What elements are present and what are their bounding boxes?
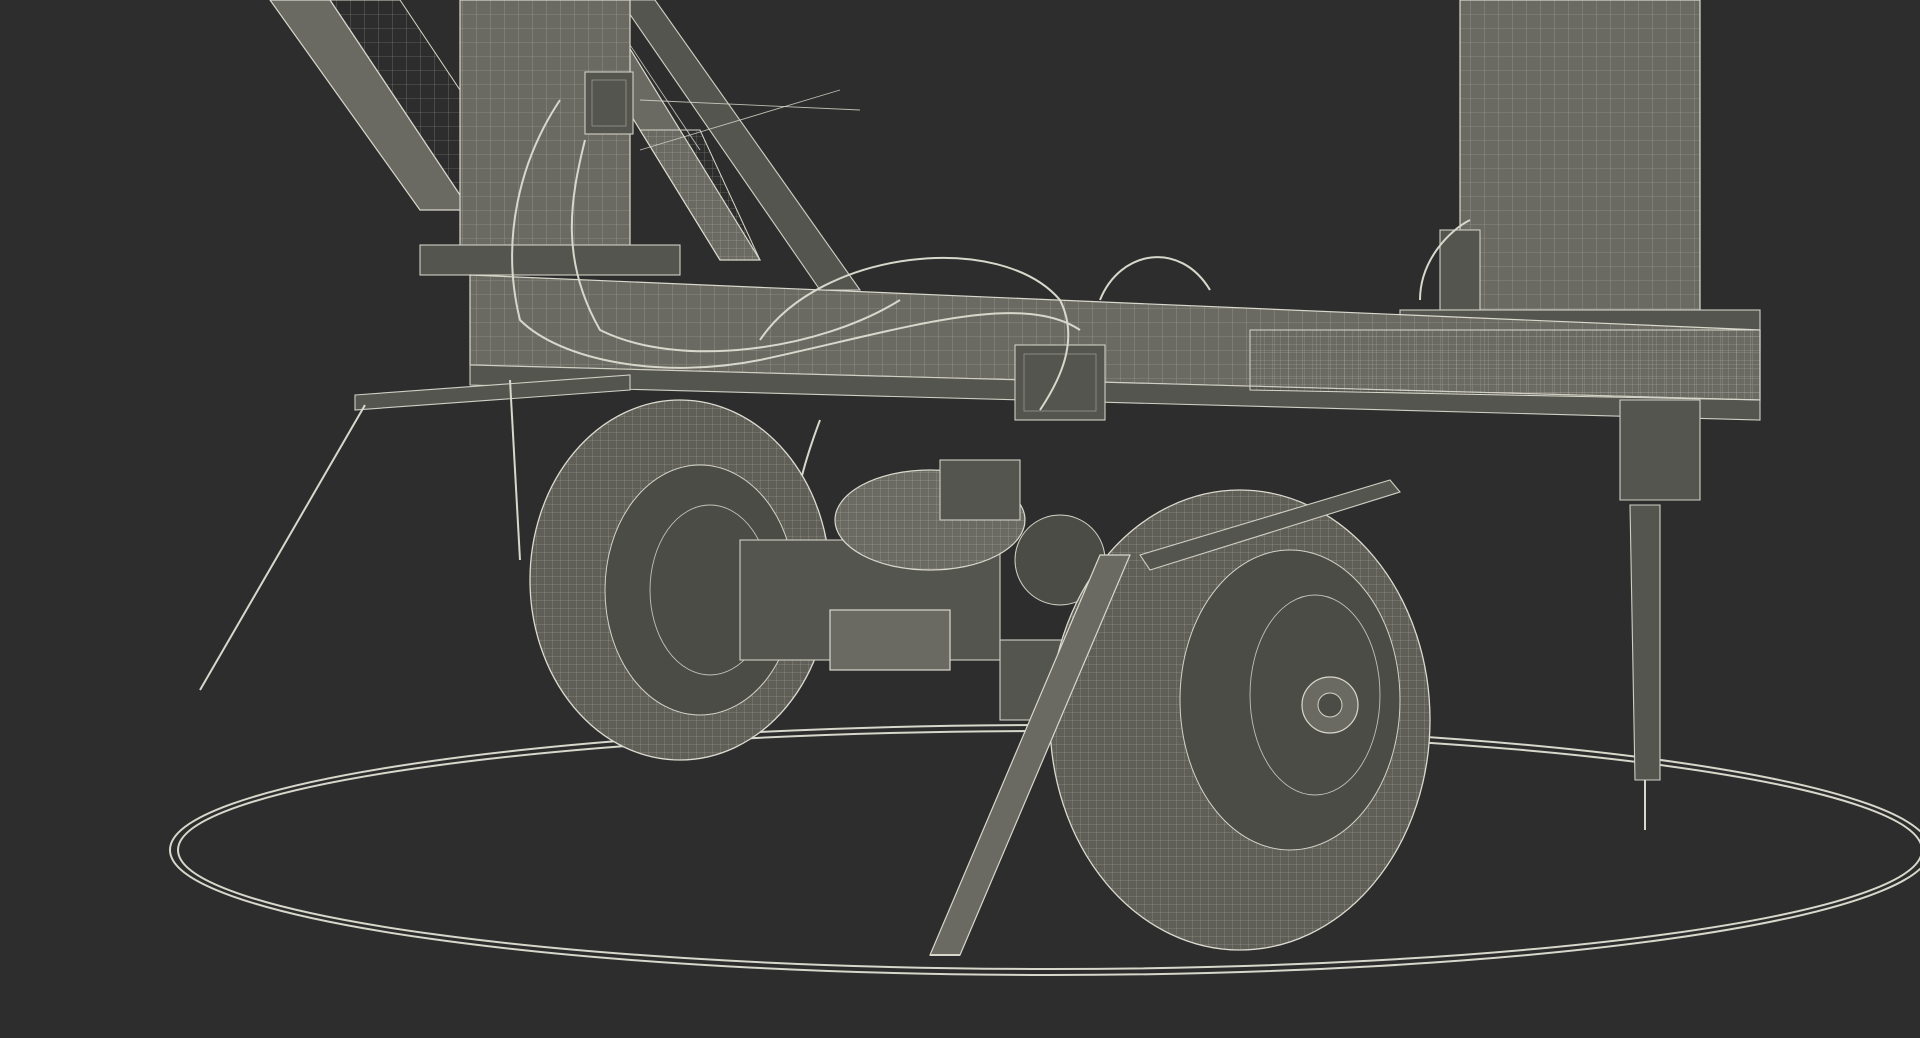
junction-box-left	[584, 71, 634, 135]
wireframe-render-scene	[0, 0, 1920, 1038]
right-outrigger	[1629, 504, 1661, 830]
wireframe-render	[169, 0, 1920, 976]
right-column	[1399, 0, 1761, 351]
junction-box-right	[1014, 344, 1106, 421]
